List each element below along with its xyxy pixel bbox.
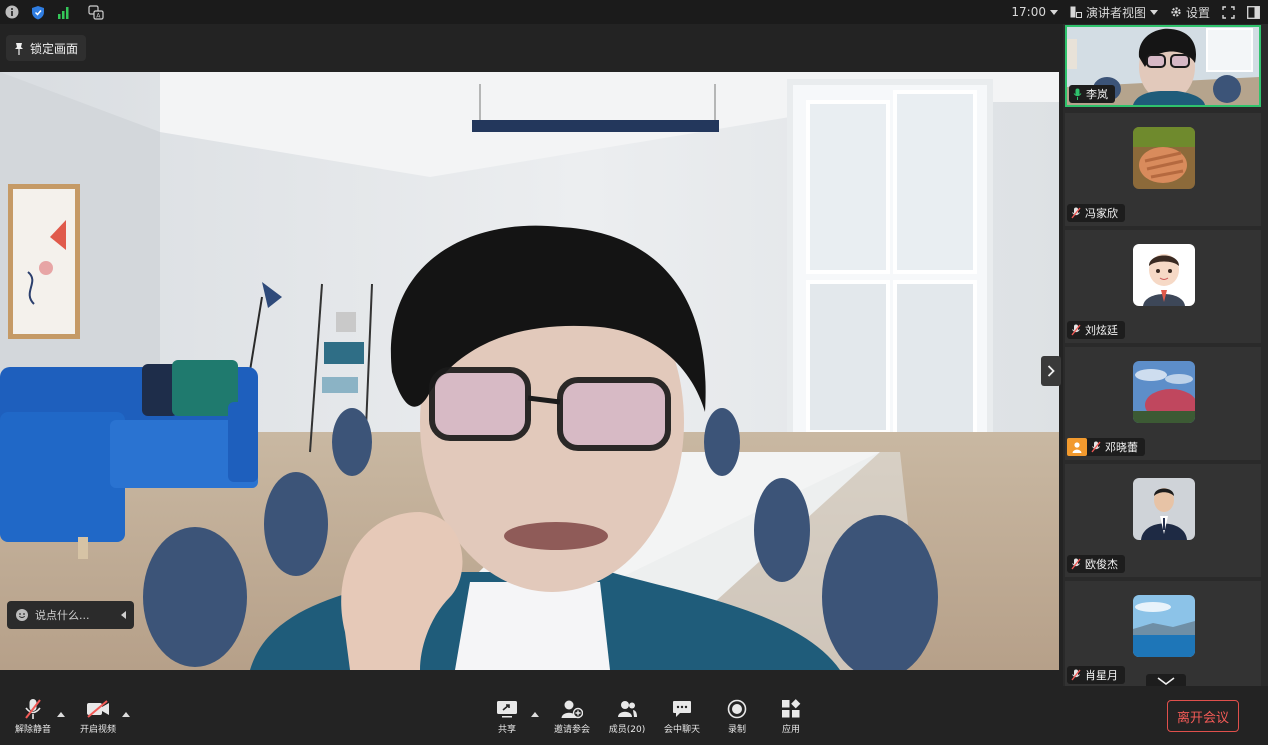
share-button[interactable]: 共享 <box>479 698 535 735</box>
video-options-caret[interactable] <box>122 712 130 717</box>
leave-meeting-button[interactable]: 离开会议 <box>1167 700 1239 732</box>
participant-tile[interactable]: 冯家欣 <box>1065 113 1261 226</box>
apps-button[interactable]: 应用 <box>763 698 819 735</box>
members-button[interactable]: 成员(20) <box>599 698 655 735</box>
settings-button[interactable]: 设置 <box>1170 4 1210 21</box>
gear-icon <box>1171 7 1181 17</box>
participant-gallery: 李岚 冯家欣 刘炫廷 邓晓蕾 欧俊杰 肖星月 <box>1063 24 1268 686</box>
chat-icon <box>670 698 694 720</box>
camera-off-icon <box>86 698 110 720</box>
chevron-down-icon <box>1049 9 1058 15</box>
time-display[interactable]: 17:00 <box>1011 5 1058 19</box>
translate-icon[interactable]: A <box>88 4 104 20</box>
chat-label: 会中聊天 <box>663 725 700 735</box>
mic-muted-icon <box>21 698 45 720</box>
participant-name-tag: 欧俊杰 <box>1067 555 1125 573</box>
apps-icon <box>779 698 803 720</box>
avatar <box>1133 478 1195 540</box>
participant-name-tag: 李岚 <box>1069 85 1115 103</box>
bottom-toolbar: 解除静音 开启视频 共享 邀请参会 成员(20) 会中聊天 录制 应用 离开会议 <box>0 686 1268 745</box>
participant-name-tag: 冯家欣 <box>1067 204 1125 222</box>
mic-muted-icon <box>1071 207 1081 219</box>
participant-name-tag: 邓晓蕾 <box>1067 438 1145 456</box>
settings-label: 设置 <box>1185 5 1210 20</box>
unmute-label: 解除静音 <box>14 725 51 735</box>
collapse-panel-button[interactable] <box>1041 356 1061 386</box>
participant-tile[interactable]: 李岚 <box>1065 25 1261 107</box>
start-video-button[interactable]: 开启视频 <box>70 698 126 735</box>
pin-icon <box>15 42 23 55</box>
participant-tile[interactable]: 欧俊杰 <box>1065 464 1261 577</box>
info-icon[interactable] <box>4 4 20 20</box>
chevron-right-icon <box>1047 365 1055 377</box>
record-button[interactable]: 录制 <box>709 698 765 735</box>
participant-tile[interactable]: 邓晓蕾 <box>1065 347 1261 460</box>
mic-muted-icon <box>1071 669 1081 681</box>
participant-name-tag: 刘炫廷 <box>1067 321 1125 339</box>
host-badge-icon <box>1067 438 1087 456</box>
record-label: 录制 <box>727 725 746 735</box>
fullscreen-button[interactable] <box>1222 5 1235 19</box>
shield-icon[interactable] <box>30 4 46 20</box>
chat-placeholder: 说点什么... <box>35 609 90 622</box>
members-icon <box>615 698 639 720</box>
mic-muted-icon <box>1091 441 1101 453</box>
share-screen-icon <box>495 698 519 720</box>
main-speaker-video[interactable] <box>0 72 1059 670</box>
sidebar-icon <box>1247 5 1260 19</box>
collapse-arrow-icon[interactable] <box>121 611 126 619</box>
layout-icon <box>1070 6 1082 18</box>
sidebar-toggle-button[interactable] <box>1247 5 1260 19</box>
signal-icon[interactable] <box>56 4 72 20</box>
participant-tile[interactable]: 刘炫廷 <box>1065 230 1261 343</box>
chat-quick-input[interactable]: 说点什么... <box>7 601 134 629</box>
fullscreen-icon <box>1222 5 1235 19</box>
mic-on-icon <box>1073 88 1082 100</box>
lock-view-label: 锁定画面 <box>30 41 79 56</box>
unmute-button[interactable]: 解除静音 <box>5 698 61 735</box>
lock-view-button[interactable]: 锁定画面 <box>6 35 87 61</box>
meeting-window: A 17:00 演讲者视图 设置 锁定画面 说点什么... 李岚 冯家欣 刘炫廷… <box>0 0 1268 745</box>
start-video-label: 开启视频 <box>79 725 116 735</box>
mic-muted-icon <box>1071 558 1081 570</box>
apps-label: 应用 <box>781 725 800 735</box>
chat-button[interactable]: 会中聊天 <box>654 698 710 735</box>
view-mode-label: 演讲者视图 <box>1085 5 1146 20</box>
audio-options-caret[interactable] <box>57 712 65 717</box>
record-icon <box>725 698 749 720</box>
share-label: 共享 <box>497 725 516 735</box>
avatar <box>1133 361 1195 423</box>
avatar <box>1133 127 1195 189</box>
view-mode-selector[interactable]: 演讲者视图 <box>1070 4 1158 21</box>
avatar <box>1133 244 1195 306</box>
chevron-down-icon <box>1149 9 1158 15</box>
emoji-icon <box>16 609 28 621</box>
top-bar: A 17:00 演讲者视图 设置 <box>0 0 1268 24</box>
participant-name-tag: 肖星月 <box>1067 666 1125 684</box>
share-options-caret[interactable] <box>531 712 539 717</box>
invite-button[interactable]: 邀请参会 <box>544 698 600 735</box>
participant-tile[interactable]: 肖星月 <box>1065 581 1261 686</box>
virtual-background-scene <box>0 72 1059 670</box>
avatar <box>1133 595 1195 657</box>
invite-label: 邀请参会 <box>553 725 590 735</box>
mic-muted-icon <box>1071 324 1081 336</box>
members-label: 成员(20) <box>608 725 646 735</box>
time-text: 17:00 <box>1011 5 1046 19</box>
add-user-icon <box>560 698 584 720</box>
chevron-down-icon <box>1157 677 1175 685</box>
